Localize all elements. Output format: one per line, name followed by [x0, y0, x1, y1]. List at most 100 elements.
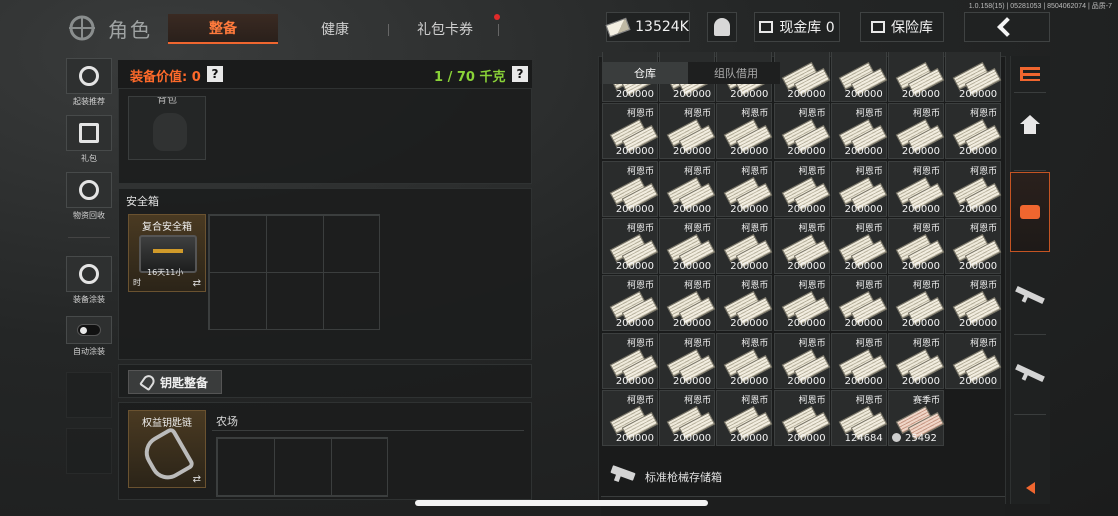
profile-button[interactable] — [707, 12, 737, 42]
auto-skin-toggle[interactable]: 自动涂装 — [66, 316, 112, 357]
tab-gift-coupons[interactable]: 礼包卡券 — [400, 14, 490, 44]
back-button[interactable] — [964, 12, 1050, 42]
tab-warehouse[interactable]: 仓库 — [602, 62, 688, 84]
storage-item[interactable]: 柯恩币 200000 — [602, 332, 659, 389]
collapse-button[interactable] — [1010, 478, 1050, 498]
tab-health[interactable]: 健康 — [300, 14, 370, 44]
swap-icon[interactable]: ⇄ — [193, 474, 201, 485]
item-amount: 200000 — [901, 260, 940, 272]
storage-item[interactable]: 柯恩币 200000 — [716, 160, 773, 217]
safe-case-slot[interactable]: 复合安全箱 16天11小 时 ⇄ — [128, 214, 206, 292]
rifle-icon — [1015, 285, 1045, 305]
item-name: 柯恩币 — [684, 281, 712, 292]
nav-home[interactable] — [1010, 115, 1050, 144]
storage-item[interactable]: 200000 — [945, 52, 1002, 102]
storage-item[interactable]: 柯恩币 200000 — [830, 217, 888, 274]
help-button[interactable]: ? — [207, 66, 223, 82]
storage-item[interactable]: 柯恩币 200000 — [716, 275, 773, 332]
cash-vault-button[interactable]: 现金库 0 — [754, 12, 840, 42]
home-indicator[interactable] — [415, 500, 708, 506]
storage-item[interactable]: 柯恩币 200000 — [716, 103, 773, 160]
storage-item[interactable]: 柯恩币 200000 — [888, 217, 945, 274]
storage-item[interactable]: 赛季币 25492 — [888, 389, 945, 446]
storage-item[interactable]: 柯恩币 200000 — [602, 275, 659, 332]
nav-rifle-2[interactable] — [1010, 358, 1050, 388]
storage-item[interactable]: 柯恩币 200000 — [830, 275, 888, 332]
item-amount: 200000 — [673, 375, 712, 387]
storage-item[interactable]: 柯恩币 200000 — [945, 217, 1002, 274]
storage-item[interactable]: 柯恩币 200000 — [659, 217, 716, 274]
nav-rifle-1[interactable] — [1010, 280, 1050, 310]
safe-case-name: 复合安全箱 — [142, 222, 192, 233]
storage-item[interactable]: 柯恩币 200000 — [773, 332, 830, 389]
empty-slot — [66, 428, 112, 474]
storage-item[interactable]: 柯恩币 200000 — [830, 103, 888, 160]
tab-equip[interactable]: 整备 — [168, 14, 278, 44]
item-name: 柯恩币 — [741, 109, 769, 120]
storage-item[interactable]: 200000 — [888, 52, 945, 102]
item-name: 柯恩币 — [684, 395, 712, 406]
item-amount: 200000 — [673, 260, 712, 272]
storage-item[interactable]: 柯恩币 124684 — [830, 389, 888, 446]
safe-case-grid[interactable] — [208, 214, 380, 330]
swap-icon[interactable]: ⇄ — [193, 278, 201, 289]
gift-button[interactable]: 礼包 — [66, 115, 112, 164]
storage-item[interactable]: 柯恩币 200000 — [602, 160, 659, 217]
storage-item[interactable]: 柯恩币 200000 — [888, 332, 945, 389]
storage-item[interactable]: 柯恩币 200000 — [945, 332, 1002, 389]
storage-item[interactable]: 柯恩币 200000 — [945, 160, 1002, 217]
currency-display[interactable]: 13524K — [605, 12, 690, 42]
storage-item[interactable]: 200000 — [830, 52, 888, 102]
storage-item[interactable]: 柯恩币 200000 — [716, 389, 773, 446]
storage-item[interactable]: 柯恩币 200000 — [945, 103, 1002, 160]
loadout-recommend-button[interactable]: 起装推荐 — [66, 58, 112, 107]
avatar-icon — [714, 18, 730, 36]
storage-item[interactable]: 柯恩币 200000 — [888, 160, 945, 217]
item-name: 柯恩币 — [855, 109, 883, 120]
keychain-grid[interactable] — [216, 437, 388, 497]
storage-item[interactable]: 柯恩币 200000 — [659, 389, 716, 446]
storage-item[interactable]: 柯恩币 200000 — [716, 332, 773, 389]
backpack-slot[interactable]: 背包 — [128, 96, 206, 160]
storage-item[interactable]: 柯恩币 200000 — [659, 103, 716, 160]
item-amount: 200000 — [673, 203, 712, 215]
item-amount: 200000 — [901, 203, 940, 215]
keychain-slot[interactable]: 权益钥匙链 ⇄ — [128, 410, 206, 488]
storage-item[interactable]: 柯恩币 200000 — [773, 160, 830, 217]
storage-item[interactable]: 柯恩币 200000 — [888, 103, 945, 160]
tab-team-borrow[interactable]: 组队借用 — [690, 62, 782, 84]
item-amount: 200000 — [901, 318, 940, 330]
helmet-icon — [79, 66, 99, 86]
storage-item[interactable]: 柯恩币 200000 — [659, 160, 716, 217]
item-amount: 200000 — [730, 89, 769, 100]
help-button[interactable]: ? — [512, 66, 528, 82]
equip-skin-button[interactable]: 装备涂装 — [66, 256, 112, 305]
weapon-storage-row[interactable]: 标准枪械存储箱 — [601, 462, 1005, 492]
storage-item[interactable]: 柯恩币 200000 — [602, 217, 659, 274]
storage-item[interactable]: 柯恩币 200000 — [773, 217, 830, 274]
storage-item[interactable]: 柯恩币 200000 — [773, 389, 830, 446]
toggle-switch[interactable] — [77, 324, 101, 336]
item-amount: 200000 — [730, 260, 769, 272]
storage-item[interactable]: 柯恩币 200000 — [602, 103, 659, 160]
item-name: 柯恩币 — [684, 109, 712, 120]
storage-item[interactable]: 柯恩币 200000 — [888, 275, 945, 332]
storage-item[interactable]: 柯恩币 200000 — [830, 160, 888, 217]
storage-item[interactable]: 柯恩币 200000 — [773, 103, 830, 160]
nav-storage[interactable] — [1010, 202, 1050, 222]
storage-grid: 200000 200000 200000 200000 200000 200000 2000… — [601, 52, 1004, 454]
storage-item[interactable]: 柯恩币 200000 — [830, 332, 888, 389]
storage-item[interactable]: 柯恩币 200000 — [773, 275, 830, 332]
storage-item[interactable]: 柯恩币 200000 — [659, 275, 716, 332]
storage-item[interactable]: 柯恩币 200000 — [945, 275, 1002, 332]
filter-button[interactable] — [1010, 60, 1050, 88]
item-amount: 200000 — [901, 89, 940, 100]
storage-chest-icon — [1020, 205, 1040, 219]
safe-vault-button[interactable]: 保险库 — [860, 12, 944, 42]
storage-item[interactable]: 柯恩币 200000 — [659, 332, 716, 389]
storage-item[interactable]: 柯恩币 200000 — [602, 389, 659, 446]
item-amount: 200000 — [615, 375, 654, 387]
storage-item[interactable]: 柯恩币 200000 — [716, 217, 773, 274]
key-loadout-button[interactable]: 钥匙整备 — [128, 370, 222, 394]
recycle-button[interactable]: 物资回收 — [66, 172, 112, 221]
